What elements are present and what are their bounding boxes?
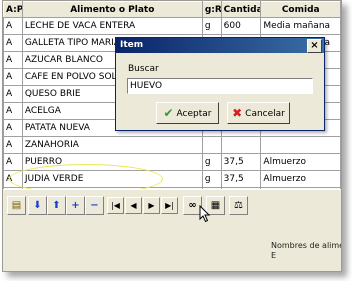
row-type[interactable]: A [3,17,23,35]
close-icon[interactable]: × [307,39,322,53]
column-header-type[interactable]: A:P [3,1,23,18]
row-type[interactable]: A [3,119,23,137]
row-unit[interactable] [201,136,222,154]
row-type[interactable]: A [3,136,23,154]
row-type[interactable]: A [3,85,23,103]
row-quantity[interactable]: 37,5 [220,153,262,171]
row-food-name[interactable]: LECHE DE VACA ENTERA [21,17,203,35]
column-header-unit[interactable]: g:R [201,1,222,18]
navigation-toolbar: ▤ ⬇ ⬆ + − |◀ ◀ ▶ ▶| ∞ ▦ ⚖ [3,189,341,222]
row-meal[interactable]: Almuerzo [260,170,341,188]
cancel-x-icon: ✖ [232,106,243,120]
row-meal[interactable] [260,136,341,154]
row-food-name[interactable]: ZANAHORIA [21,136,203,154]
search-input[interactable]: HUEVO [127,78,313,94]
table-row[interactable]: A LECHE DE VACA ENTERA g 600 Media mañana [3,17,341,35]
row-type[interactable]: A [3,102,23,120]
check-icon: ✔ [163,106,174,120]
table-row[interactable]: A ZANAHORIA [3,136,341,154]
mouse-cursor-icon [199,205,211,223]
row-unit[interactable]: g [201,153,222,171]
row-unit[interactable]: g [201,170,222,188]
row-type[interactable]: A [3,170,23,188]
row-quantity[interactable] [220,136,262,154]
row-meal[interactable]: Almuerzo [260,153,341,171]
new-icon[interactable]: ▤ [7,196,26,215]
prev-icon[interactable]: ◀ [125,197,142,214]
status-text: Nombres de alimen [271,241,342,250]
search-label: Buscar [128,64,159,74]
arrow-up-icon[interactable]: ⬆ [47,196,66,215]
row-type[interactable]: A [3,68,23,86]
last-icon[interactable]: ▶| [161,197,178,214]
accept-button[interactable]: ✔ Aceptar [156,102,219,124]
grid-header-row: A:P Alimento o Plato g:R Cantidad Comida [3,1,341,18]
row-meal[interactable]: Media mañana [260,17,341,35]
minus-icon[interactable]: − [85,196,104,215]
column-header-meal[interactable]: Comida [260,1,341,18]
dialog-titlebar: Item × [116,38,324,53]
row-type[interactable]: A [3,51,23,69]
accept-label: Aceptar [176,109,212,119]
row-quantity[interactable]: 600 [220,17,262,35]
scale-icon[interactable]: ⚖ [229,196,248,215]
cancel-label: Cancelar [245,109,285,119]
item-dialog: Item × Buscar HUEVO ✔ Aceptar ✖ Cancelar [115,37,325,131]
row-quantity[interactable]: 37,5 [220,170,262,188]
row-food-name[interactable]: JUDIA VERDE [21,170,203,188]
row-type[interactable]: A [3,34,23,52]
arrow-down-icon[interactable]: ⬇ [28,196,47,215]
first-icon[interactable]: |◀ [107,197,124,214]
column-header-food[interactable]: Alimento o Plato [21,1,203,18]
next-icon[interactable]: ▶ [143,197,160,214]
row-food-name[interactable]: PUERRO [21,153,203,171]
table-row[interactable]: A JUDIA VERDE g 37,5 Almuerzo [3,170,341,188]
status-text-2: E [271,251,277,260]
row-unit[interactable]: g [201,17,222,35]
row-type[interactable]: A [3,153,23,171]
column-header-quantity[interactable]: Cantidad [220,1,262,18]
plus-icon[interactable]: + [66,196,85,215]
table-row[interactable]: A PUERRO g 37,5 Almuerzo [3,153,341,171]
cancel-button[interactable]: ✖ Cancelar [227,102,290,124]
dialog-title: Item [120,40,144,50]
